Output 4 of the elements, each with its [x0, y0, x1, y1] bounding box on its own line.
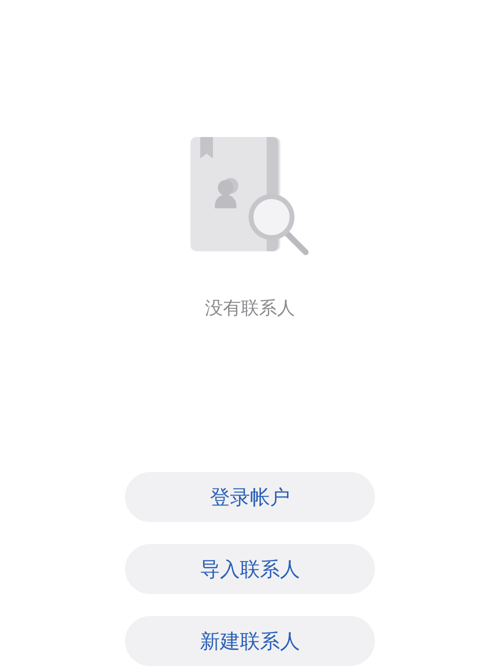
empty-message: 没有联系人	[205, 297, 295, 320]
action-button[interactable]: 登录帐户	[125, 472, 375, 522]
action-button[interactable]: 导入联系人	[125, 544, 375, 594]
action-button[interactable]: 新建联系人	[125, 616, 375, 666]
